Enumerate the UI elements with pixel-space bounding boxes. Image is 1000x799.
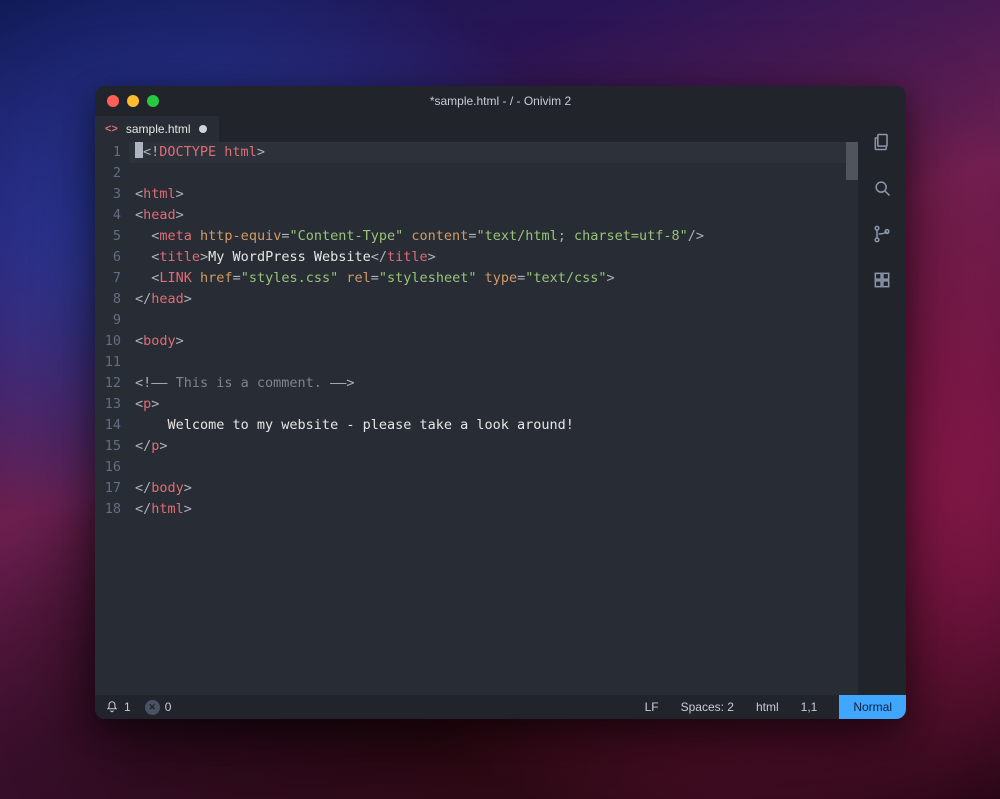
notifications-count: 1 [124, 700, 131, 714]
errors-count: 0 [165, 700, 172, 714]
line-number: 8 [95, 289, 121, 310]
search-icon[interactable] [866, 176, 898, 200]
line-number: 18 [95, 499, 121, 520]
line-number: 9 [95, 310, 121, 331]
code-line[interactable]: <meta http-equiv="Content-Type" content=… [129, 226, 846, 247]
line-number-gutter: 123456789101112131415161718 [95, 142, 129, 695]
traffic-lights [107, 95, 159, 107]
source-control-icon[interactable] [866, 222, 898, 246]
code-line[interactable] [129, 457, 846, 478]
error-icon [145, 700, 160, 715]
code-line[interactable]: <p> [129, 394, 846, 415]
code-line[interactable]: Welcome to my website - please take a lo… [129, 415, 846, 436]
vim-mode-indicator[interactable]: Normal [839, 695, 906, 719]
code-line[interactable] [129, 352, 846, 373]
extensions-icon[interactable] [866, 268, 898, 292]
tab-bar: <> sample.html [95, 116, 858, 142]
editor-area[interactable]: 123456789101112131415161718 <!DOCTYPE ht… [95, 142, 858, 695]
line-number: 2 [95, 163, 121, 184]
line-number: 5 [95, 226, 121, 247]
indentation-indicator[interactable]: Spaces: 2 [681, 700, 734, 714]
code-content[interactable]: <!DOCTYPE html> <html><head> <meta http-e… [129, 142, 846, 695]
status-bar: 1 0 LF Spaces: 2 html 1,1 Normal [95, 695, 906, 719]
window-title: *sample.html - / - Onivim 2 [95, 94, 906, 108]
line-number: 16 [95, 457, 121, 478]
line-number: 12 [95, 373, 121, 394]
line-number: 11 [95, 352, 121, 373]
code-line[interactable]: <head> [129, 205, 846, 226]
tab-sample-html[interactable]: <> sample.html [95, 116, 219, 142]
app-window: *sample.html - / - Onivim 2 <> sample.ht… [95, 86, 906, 719]
line-ending-indicator[interactable]: LF [645, 700, 659, 714]
line-number: 6 [95, 247, 121, 268]
titlebar: *sample.html - / - Onivim 2 [95, 86, 906, 116]
code-line[interactable]: <LINK href="styles.css" rel="stylesheet"… [129, 268, 846, 289]
close-window-button[interactable] [107, 95, 119, 107]
line-number: 1 [95, 142, 121, 163]
line-number: 7 [95, 268, 121, 289]
errors-indicator[interactable]: 0 [145, 700, 172, 715]
minimap-thumb[interactable] [846, 142, 858, 180]
line-number: 3 [95, 184, 121, 205]
minimize-window-button[interactable] [127, 95, 139, 107]
line-number: 17 [95, 478, 121, 499]
code-line[interactable]: </html> [129, 499, 846, 520]
line-number: 13 [95, 394, 121, 415]
tab-filename: sample.html [126, 122, 191, 136]
code-line[interactable]: <!DOCTYPE html> [129, 142, 846, 163]
code-line[interactable] [129, 163, 846, 184]
html-file-icon: <> [105, 123, 118, 135]
modified-dot-icon [199, 125, 207, 133]
cursor-position-indicator[interactable]: 1,1 [801, 700, 818, 714]
line-number: 14 [95, 415, 121, 436]
notifications-indicator[interactable]: 1 [105, 700, 131, 714]
language-indicator[interactable]: html [756, 700, 779, 714]
code-line[interactable]: </head> [129, 289, 846, 310]
files-icon[interactable] [866, 130, 898, 154]
line-number: 15 [95, 436, 121, 457]
line-number: 10 [95, 331, 121, 352]
code-line[interactable]: <!—— This is a comment. ——> [129, 373, 846, 394]
code-line[interactable]: <html> [129, 184, 846, 205]
code-line[interactable]: </p> [129, 436, 846, 457]
text-cursor [135, 142, 143, 158]
maximize-window-button[interactable] [147, 95, 159, 107]
code-line[interactable]: <body> [129, 331, 846, 352]
code-line[interactable]: </body> [129, 478, 846, 499]
code-line[interactable]: <title>My WordPress Website</title> [129, 247, 846, 268]
minimap-scrollbar[interactable] [846, 142, 858, 695]
activity-bar [858, 116, 906, 695]
code-line[interactable] [129, 310, 846, 331]
line-number: 4 [95, 205, 121, 226]
